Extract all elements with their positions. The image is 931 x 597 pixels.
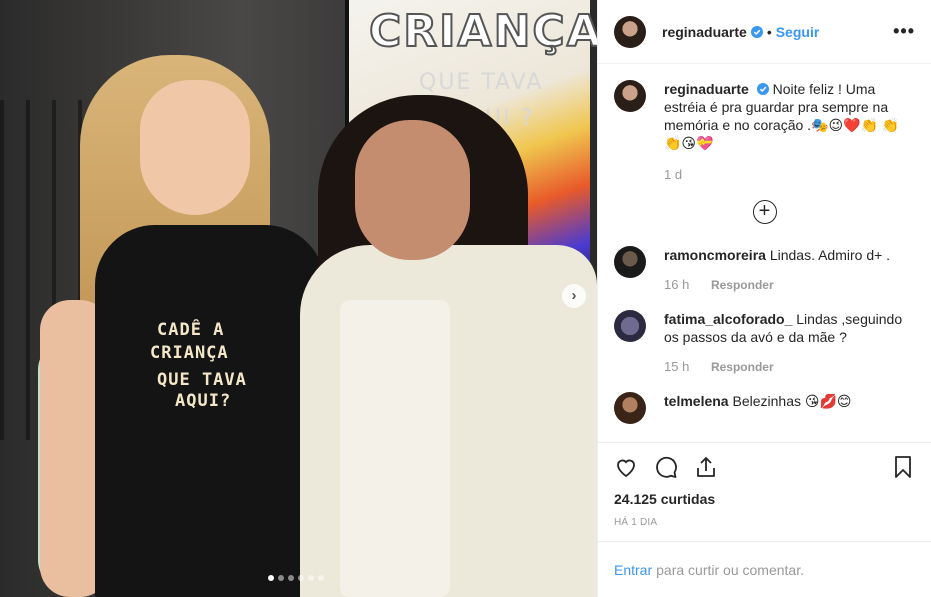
post-date[interactable]: HÁ 1 DIA [614,517,915,528]
login-link[interactable]: Entrar [614,562,652,578]
avatar[interactable] [614,392,646,424]
header-username[interactable]: reginaduarte [662,24,747,40]
caption-username[interactable]: reginaduarte [664,81,749,97]
post-header: reginaduarte • Seguir ••• [598,0,931,64]
comment-item: ramoncmoreira Lindas. Admiro d+ . 16 h R… [614,246,915,294]
avatar[interactable] [614,246,646,278]
carousel-dot [308,575,314,581]
share-icon[interactable] [694,455,718,479]
shirt-text-1: CADÊ A [157,320,225,340]
carousel-dot [298,575,304,581]
carousel-dots [268,575,324,581]
header-separator: • [766,23,772,40]
reply-button[interactable]: Responder [711,360,774,374]
comment-username[interactable]: telmelena [664,393,729,409]
shirt-text-4: AQUI? [175,391,232,411]
comment-composer: Entrar para curtir ou comentar. [598,541,931,597]
bookmark-icon[interactable] [891,455,915,479]
comments-list[interactable]: reginaduarte Noite feliz ! Uma estréia é… [598,64,931,442]
comment-bubble-icon[interactable] [654,455,678,479]
verified-badge-icon [750,25,763,38]
girl-shirt: CADÊ A CRIANÇA QUE TAVA AQUI? [95,225,325,597]
follow-button[interactable]: Seguir [776,24,820,40]
verified-badge-icon [756,83,769,95]
woman-top [340,300,450,597]
post-sidebar: reginaduarte • Seguir ••• reginaduarte N… [597,0,931,597]
more-options-icon[interactable]: ••• [893,21,915,42]
composer-hint: para curtir ou comentar. [656,561,804,578]
likes-count[interactable]: 24.125 curtidas [614,491,915,507]
comment-item: telmelena Belezinhas 😘💋😊 [614,392,915,424]
avatar[interactable] [614,15,646,48]
comment-timestamp[interactable]: 15 h [664,359,689,374]
carousel-dot [278,575,284,581]
carousel-next-button[interactable]: › [562,284,586,308]
carousel-dot [268,575,274,581]
post-modal: CRIANÇA QUE TAVA AQUI ? CADÊ A CRIANÇA Q… [0,0,931,597]
carousel-dot [318,575,324,581]
comment-item: fatima_alcoforado_ Lindas ,seguindo os p… [614,310,915,376]
comment-text: Belezinhas 😘💋😊 [732,393,852,409]
comment-text: Lindas. Admiro d+ . [769,247,891,263]
caption: reginaduarte Noite feliz ! Uma estréia é… [614,80,915,184]
reply-button[interactable]: Responder [711,278,774,292]
comment-username[interactable]: fatima_alcoforado_ [664,311,792,327]
sign-text-2: QUE TAVA [419,70,544,95]
carousel-dot [288,575,294,581]
woman-face [355,120,470,260]
avatar[interactable] [614,310,646,342]
sign-text-1: CRIANÇA [368,5,597,58]
caption-timestamp[interactable]: 1 d [664,166,904,184]
girl-face [140,80,250,215]
avatar[interactable] [614,80,646,112]
shirt-text-2: CRIANÇA [150,343,229,363]
post-photo[interactable]: CRIANÇA QUE TAVA AQUI ? CADÊ A CRIANÇA Q… [0,0,597,597]
shirt-text-3: QUE TAVA [157,370,247,390]
load-more-comments-icon[interactable]: + [752,200,777,224]
comment-username[interactable]: ramoncmoreira [664,247,766,263]
comment-timestamp[interactable]: 16 h [664,277,689,292]
like-heart-icon[interactable] [614,455,638,479]
post-actions: 24.125 curtidas HÁ 1 DIA [598,442,931,528]
